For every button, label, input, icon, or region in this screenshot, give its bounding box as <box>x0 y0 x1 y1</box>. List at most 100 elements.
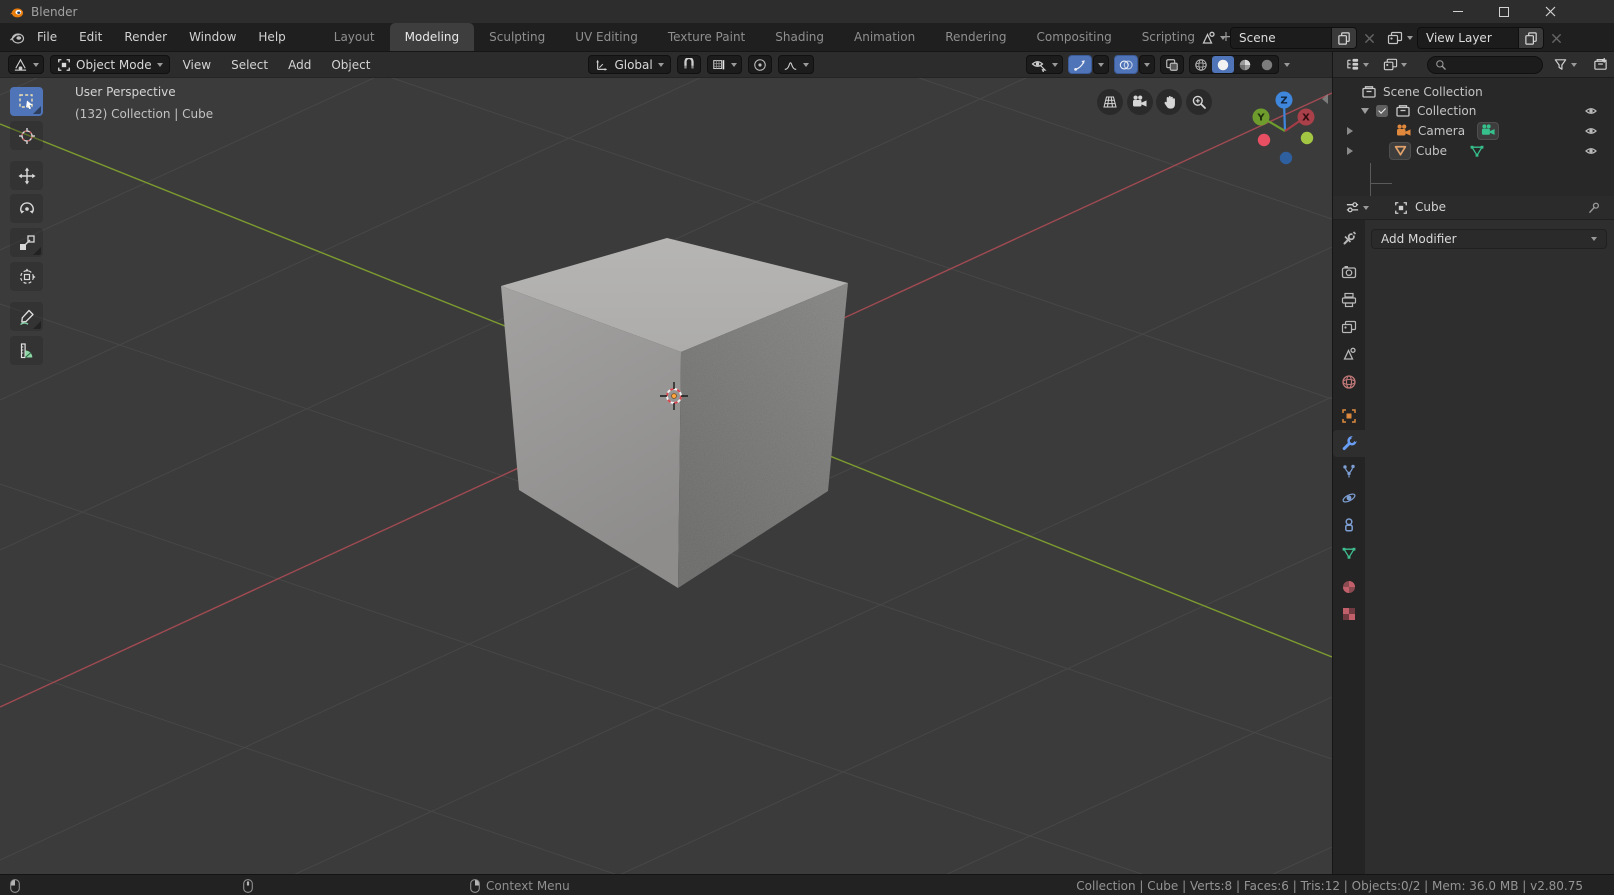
tool-cursor[interactable] <box>10 121 43 150</box>
axis-z-neg-ball[interactable] <box>1280 152 1292 164</box>
proportional-editing-toggle[interactable] <box>748 55 772 74</box>
camera-data-button[interactable] <box>1477 122 1499 140</box>
tab-constraints[interactable] <box>1333 511 1365 538</box>
editor-type-button[interactable] <box>8 55 44 74</box>
scene-name[interactable]: Scene <box>1231 31 1331 45</box>
hide-eye-icon[interactable] <box>1584 105 1598 117</box>
tool-select-box[interactable] <box>10 87 43 116</box>
minimize-button[interactable] <box>1435 0 1481 23</box>
viewport-canvas[interactable]: Z Y X <box>0 78 1332 874</box>
outliner-row-cube[interactable]: Cube <box>1333 141 1614 160</box>
snap-target-selector[interactable] <box>707 55 742 74</box>
zoom-view-button[interactable] <box>1186 89 1212 115</box>
workspace-tab-scripting[interactable]: Scripting <box>1127 23 1210 51</box>
shading-solid-button[interactable] <box>1212 56 1234 73</box>
remove-view-layer-button[interactable] <box>1548 28 1564 48</box>
workspace-tab-layout[interactable]: Layout <box>319 23 390 51</box>
new-collection-button[interactable] <box>1593 55 1608 74</box>
outliner-search[interactable] <box>1427 56 1543 74</box>
workspace-tab-modeling[interactable]: Modeling <box>390 23 475 51</box>
outliner-item-label[interactable]: Cube <box>1416 144 1447 158</box>
outliner-editor-type-button[interactable] <box>1345 55 1369 74</box>
expand-arrow-icon[interactable] <box>1347 127 1353 135</box>
cube-object[interactable] <box>501 238 860 603</box>
tab-output[interactable] <box>1333 286 1365 313</box>
overlays-dropdown[interactable] <box>1139 55 1155 74</box>
pin-icon[interactable] <box>1587 201 1602 216</box>
workspace-tab-texture-paint[interactable]: Texture Paint <box>653 23 760 51</box>
unlink-scene-button[interactable] <box>1361 28 1377 48</box>
orbit-gizmo-button[interactable] <box>1097 89 1123 115</box>
menu-edit[interactable]: Edit <box>68 23 113 51</box>
tab-texture[interactable] <box>1333 600 1365 627</box>
workspace-tab-uv-editing[interactable]: UV Editing <box>560 23 653 51</box>
outliner-row-camera[interactable]: Camera <box>1333 121 1614 140</box>
viewport-menu-view[interactable]: View <box>176 58 218 72</box>
tool-annotate[interactable] <box>10 302 43 331</box>
outliner-display-mode-button[interactable] <box>1383 55 1407 74</box>
tool-measure[interactable] <box>10 336 43 365</box>
shading-dropdown[interactable] <box>1284 63 1290 67</box>
outliner-filter-button[interactable] <box>1553 55 1577 74</box>
tab-world[interactable] <box>1333 368 1365 395</box>
scene-icon[interactable] <box>1200 30 1216 46</box>
viewport-menu-select[interactable]: Select <box>224 58 275 72</box>
expand-arrow-icon[interactable] <box>1347 147 1353 155</box>
chevron-down-icon[interactable] <box>1220 36 1226 40</box>
gizmo-toggle[interactable] <box>1068 55 1092 74</box>
viewport-menu-object[interactable]: Object <box>324 58 377 72</box>
shading-material-button[interactable] <box>1234 56 1256 73</box>
menu-help[interactable]: Help <box>247 23 296 51</box>
new-scene-button[interactable] <box>1331 28 1356 48</box>
workspace-tab-compositing[interactable]: Compositing <box>1021 23 1126 51</box>
outliner-item-label[interactable]: Scene Collection <box>1383 85 1483 99</box>
expand-arrow-icon[interactable] <box>1361 108 1369 114</box>
new-view-layer-button[interactable] <box>1518 28 1543 48</box>
view-layer-name[interactable]: View Layer <box>1418 31 1518 45</box>
transform-orientation-selector[interactable]: Global <box>588 55 670 74</box>
shading-wireframe-button[interactable] <box>1190 56 1212 73</box>
axis-gizmo[interactable]: Z Y X <box>1253 92 1315 165</box>
workspace-tab-shading[interactable]: Shading <box>760 23 839 51</box>
blender-menu-logo-icon[interactable] <box>8 29 26 45</box>
workspace-tab-animation[interactable]: Animation <box>839 23 930 51</box>
viewport-menu-add[interactable]: Add <box>281 58 318 72</box>
tab-modifiers[interactable] <box>1333 430 1365 457</box>
falloff-selector[interactable] <box>778 55 814 74</box>
properties-editor-type-button[interactable] <box>1345 198 1369 217</box>
tab-render[interactable] <box>1333 258 1365 285</box>
hide-eye-icon[interactable] <box>1584 145 1598 157</box>
maximize-button[interactable] <box>1481 0 1527 23</box>
hide-eye-icon[interactable] <box>1584 125 1598 137</box>
menu-file[interactable]: File <box>26 23 68 51</box>
add-modifier-dropdown[interactable]: Add Modifier <box>1371 229 1607 249</box>
tab-view-layer[interactable] <box>1333 313 1365 340</box>
tool-move[interactable] <box>10 161 43 190</box>
chevron-down-icon[interactable] <box>1407 36 1413 40</box>
sidebar-collapse-arrow[interactable] <box>1322 94 1328 104</box>
visibility-dropdown[interactable] <box>1026 55 1063 74</box>
outliner-item-label[interactable]: Collection <box>1417 104 1476 118</box>
collection-checkbox[interactable] <box>1376 105 1388 117</box>
tool-rotate[interactable] <box>10 194 43 223</box>
tab-material[interactable] <box>1333 573 1365 600</box>
tab-tool[interactable] <box>1333 224 1365 251</box>
outliner-item-label[interactable]: Camera <box>1418 124 1465 138</box>
outliner-row-scene-collection[interactable]: Scene Collection <box>1333 82 1614 101</box>
tab-particles[interactable] <box>1333 457 1365 484</box>
gizmo-dropdown[interactable] <box>1093 55 1109 74</box>
axis-x-neg-ball[interactable] <box>1258 134 1270 146</box>
close-button[interactable] <box>1527 0 1573 23</box>
menu-window[interactable]: Window <box>178 23 247 51</box>
axis-y-neg-ball[interactable] <box>1301 132 1313 144</box>
active-object-indicator[interactable] <box>1389 142 1411 160</box>
tool-scale[interactable] <box>10 228 43 257</box>
tool-transform[interactable] <box>10 262 43 291</box>
shading-rendered-button[interactable] <box>1256 56 1278 73</box>
tab-object[interactable] <box>1333 402 1365 429</box>
workspace-tab-sculpting[interactable]: Sculpting <box>474 23 560 51</box>
tab-object-data[interactable] <box>1333 539 1365 566</box>
pan-view-button[interactable] <box>1156 89 1182 115</box>
view-layer-icon[interactable] <box>1387 30 1403 46</box>
xray-toggle[interactable] <box>1160 55 1184 74</box>
